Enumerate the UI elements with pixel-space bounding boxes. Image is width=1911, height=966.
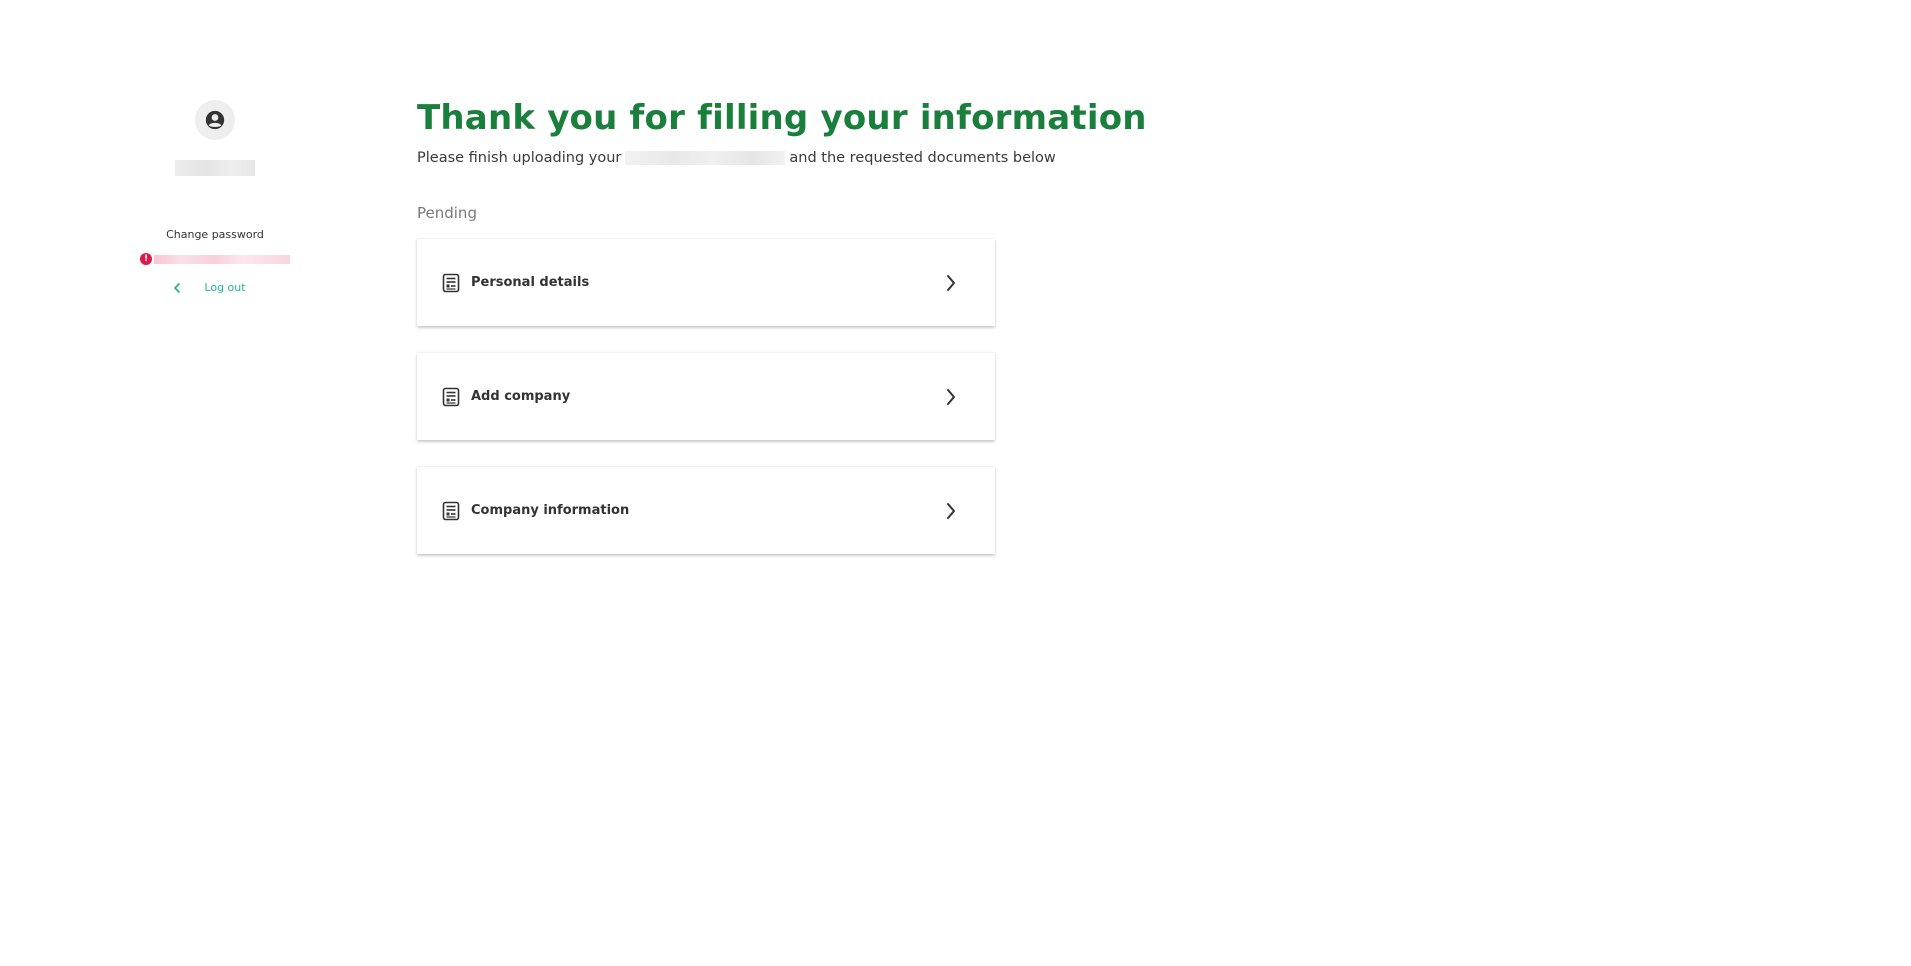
subtitle: Please finish uploading your and the req… <box>417 150 1117 166</box>
error-icon: ! <box>140 253 152 265</box>
task-list: Personal details Add company Company inf… <box>417 238 995 554</box>
chevron-right-icon <box>947 502 955 519</box>
subtitle-redacted <box>625 151 786 165</box>
error-message: ! <box>140 253 290 265</box>
subtitle-after: and the requested documents below <box>789 150 1056 166</box>
task-card-company-information[interactable]: Company information <box>417 466 995 554</box>
subtitle-before: Please finish uploading your <box>417 150 622 166</box>
change-password-link[interactable]: Change password <box>166 228 264 241</box>
logout-button[interactable]: Log out <box>172 281 246 294</box>
task-card-personal-details[interactable]: Personal details <box>417 238 995 326</box>
section-label-pending: Pending <box>417 204 477 222</box>
chevron-left-icon <box>174 282 181 293</box>
logout-label: Log out <box>204 281 246 294</box>
username-redacted <box>175 160 255 176</box>
task-label: Company information <box>471 503 630 518</box>
page-title: Thank you for filling your information <box>417 98 1147 138</box>
task-label: Personal details <box>471 275 590 290</box>
user-circle-icon <box>205 110 225 130</box>
avatar[interactable] <box>195 100 235 140</box>
sidebar: Change password ! Log out <box>130 100 300 294</box>
chevron-right-icon <box>947 274 955 291</box>
page: Change password ! Log out Thank you for … <box>0 0 1911 966</box>
document-icon <box>442 273 460 292</box>
error-text-redacted <box>154 254 290 264</box>
document-icon <box>442 387 460 406</box>
chevron-right-icon <box>947 388 955 405</box>
main-content: Thank you for filling your information P… <box>417 98 1147 580</box>
document-icon <box>442 501 460 520</box>
task-card-add-company[interactable]: Add company <box>417 352 995 440</box>
task-label: Add company <box>471 389 571 404</box>
